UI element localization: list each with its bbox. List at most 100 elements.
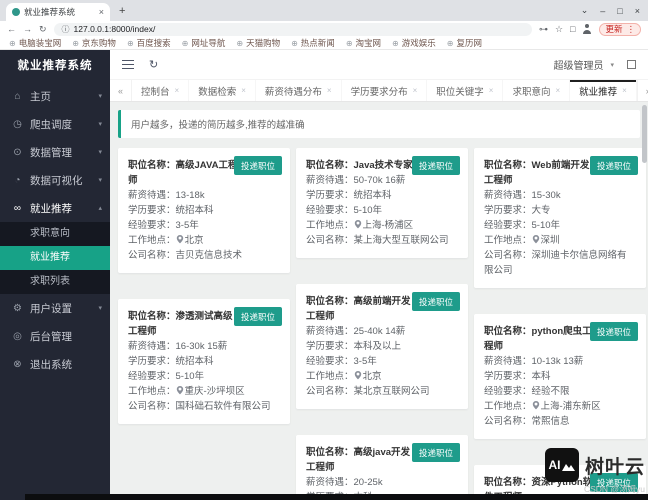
bookmark-item[interactable]: ⊕ 电脑装宝网 [9,37,61,49]
apply-button[interactable]: 投递职位 [411,443,460,462]
profile-avatar[interactable] [582,24,592,34]
job-education: 学历要求：大专 [484,205,551,216]
sidebar-item-logout[interactable]: ⊗ 退出系统 [0,350,110,378]
close-icon[interactable]: × [622,86,627,95]
globe-icon: ⊕ [291,38,298,48]
window-minimize-icon[interactable]: – [600,6,605,16]
job-card: 投递职位 职位名称：Java技术专家 薪资待遇：50-70k 16薪 学历要求：… [296,148,468,258]
chart-icon: ◔ [14,174,21,186]
apply-button[interactable]: 投递职位 [589,322,638,341]
ai-logo: AI [544,448,579,482]
tab-close-icon[interactable]: × [99,7,104,17]
refresh-icon[interactable]: ↻ [149,58,158,71]
sidebar-item-admin[interactable]: ◎ 后台管理 [0,322,110,350]
chrome-update-button[interactable]: 更新 ⋮ [599,22,641,36]
admin-icon: ◎ [13,330,22,342]
close-icon[interactable]: × [327,86,332,95]
sidebar: 就业推荐系统 ⌂ 主页 ▾ ◷ 爬虫调度 ▾ ⊙ 数据管理 ▾ ◔ 数据可视化 … [0,50,110,500]
bookmark-star-icon[interactable]: ☆ [555,24,563,35]
tab-job-intention[interactable]: 求职意向 × [503,80,571,101]
fullscreen-icon[interactable] [627,60,636,69]
globe-icon: ⊕ [72,38,79,48]
job-salary: 薪资待遇：13-18k [128,190,205,201]
window-close-icon[interactable]: × [635,6,640,16]
kebab-menu-icon[interactable]: ⋮ [627,24,636,35]
job-card: 投递职位 职位名称：高级前端开发工程师 薪资待遇：25-40k 14薪 学历要求… [296,284,468,409]
sidebar-item-data-visualization[interactable]: ◔ 数据可视化 ▾ [0,166,110,194]
apply-button[interactable]: 投递职位 [233,156,282,175]
sidebar-item-home[interactable]: ⌂ 主页 ▾ [0,82,110,110]
bookmark-item[interactable]: ⊕ 复历网 [447,37,482,49]
site-info-icon[interactable]: ⓘ [62,24,70,35]
close-icon[interactable]: × [489,86,494,95]
tab-job-recommend[interactable]: 就业推荐 × [570,80,637,101]
submenu-item-job-recommend[interactable]: 就业推荐 [0,246,110,270]
tabs-scroll-left-icon[interactable]: « [110,80,132,101]
close-icon[interactable]: × [413,86,418,95]
close-icon[interactable]: × [175,86,180,95]
app-title: 就业推荐系统 [17,60,93,72]
browser-tab[interactable]: 就业推荐系统 × [6,3,110,21]
content-scrollbar[interactable] [642,105,647,163]
globe-icon: ⊕ [9,38,16,48]
password-key-icon[interactable]: ⊶ [539,24,548,35]
bookmark-item[interactable]: ⊕ 天猫购物 [236,37,280,49]
window-maximize-icon[interactable]: □ [617,6,622,16]
submenu-item-job-intention[interactable]: 求职意向 [0,222,110,246]
location-pin-icon [532,235,539,244]
tab-education-distribution[interactable]: 学历要求分布 × [342,80,428,101]
sidebar-item-data-management[interactable]: ⊙ 数据管理 ▾ [0,138,110,166]
content-area: 用户越多，投递的简历越多,推荐的越准确 投递职位 职位名称：高级JAVA工程师 … [110,102,648,500]
reload-icon[interactable]: ↻ [39,24,47,35]
job-salary: 薪资待遇：20-25k [306,477,383,488]
globe-icon: ⊕ [446,38,454,48]
apply-button[interactable]: 投递职位 [411,292,460,311]
job-card: 投递职位 职位名称：python爬虫工程师 薪资待遇：10-13k 13薪 学历… [474,314,646,439]
job-company: 公司名称：某上海大型互联网公司 [306,235,449,246]
site-favicon [12,8,20,16]
new-tab-button[interactable]: + [119,2,125,21]
url-input[interactable]: ⓘ 127.0.0.1:8000/index/ [53,22,532,36]
job-location: 工作地点： 北京 [128,235,204,246]
sidebar-item-spider-schedule[interactable]: ◷ 爬虫调度 ▾ [0,110,110,138]
sidebar-item-job-recommend[interactable]: ∞ 就业推荐 ▴ [0,194,110,222]
back-icon[interactable]: ← [7,24,16,34]
bookmark-item[interactable]: ⊕ 网址导航 [182,37,226,49]
home-icon: ⌂ [14,90,21,102]
bookmark-item[interactable]: ⊕ 热点新闻 [291,37,335,49]
bookmark-item[interactable]: ⊕ 游戏娱乐 [392,37,436,49]
apply-button[interactable]: 投递职位 [589,156,638,175]
tab-console[interactable]: 控制台 × [132,80,190,101]
apply-button[interactable]: 投递职位 [411,156,460,175]
side-panel-icon[interactable]: □ [570,24,575,34]
tab-search-icon[interactable]: ⌄ [581,5,589,16]
bookmark-item[interactable]: ⊕ 百度搜索 [127,37,171,49]
job-education: 学历要求：本科 [484,371,551,382]
forward-icon[interactable]: → [23,24,32,34]
sidebar-item-user-settings[interactable]: ⚙ 用户设置 ▾ [0,294,110,322]
apply-button[interactable]: 投递职位 [233,307,282,326]
browser-tabstrip: 就业推荐系统 × + ⌄ – □ × [0,0,648,21]
close-icon[interactable]: × [555,86,560,95]
job-card: 投递职位 职位名称：高级java开发工程师 薪资待遇：20-25k 学历要求：本… [296,435,468,500]
watermark-brand: 树叶云 [584,456,645,478]
submenu-item-job-list[interactable]: 求职列表 [0,270,110,294]
logout-icon: ⊗ [13,358,22,370]
bookmark-item[interactable]: ⊕ 京东购物 [72,37,116,49]
globe-icon: ⊕ [345,38,353,48]
close-icon[interactable]: × [241,86,246,95]
tabs-scroll-right-icon[interactable]: » [636,80,648,101]
watermark: AI 树叶云 CSDN @汤姆yu [544,448,645,495]
bookmark-item[interactable]: ⊕ 淘宝网 [346,37,381,49]
globe-icon: ⊕ [181,38,189,48]
url-text: 127.0.0.1:8000/index/ [73,24,156,34]
globe-icon: ⊕ [236,38,244,48]
tab-job-keywords[interactable]: 职位关键字 × [427,80,504,101]
tab-data-search[interactable]: 数据检索 × [189,80,256,101]
job-company: 公司名称：某北京互联网公司 [306,386,430,397]
menu-toggle-icon[interactable] [122,60,134,69]
job-recommend-submenu: 求职意向 就业推荐 求职列表 [0,222,110,294]
job-education: 学历要求：统招本科 [128,205,214,216]
current-user[interactable]: 超级管理员 [553,57,603,72]
tab-salary-distribution[interactable]: 薪资待遇分布 × [256,80,342,101]
